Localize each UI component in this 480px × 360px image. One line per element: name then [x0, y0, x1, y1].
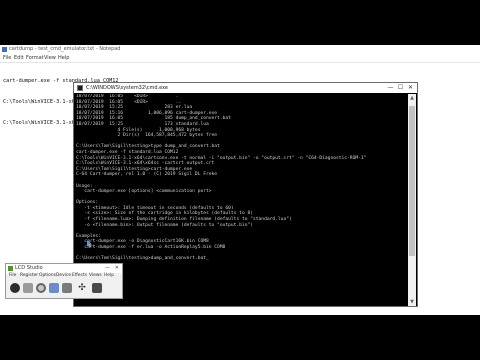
lcd-studio-window[interactable]: LCD Studio — ✕ File Register Options Dev… [5, 263, 123, 299]
desktop: cartdump - test_cmd_emulator.txt - Notep… [0, 45, 480, 315]
stop-icon[interactable] [23, 283, 33, 293]
minimize-button[interactable]: — [386, 84, 395, 92]
close-button[interactable]: ✕ [406, 84, 415, 92]
cmd-output[interactable]: 18/07/2019 16:05 <DIR> . 18/07/2019 16:05… [76, 94, 407, 306]
lcd-menu-views[interactable]: Views [89, 273, 102, 278]
lcd-menu-file[interactable]: File [9, 273, 16, 278]
menu-view[interactable]: View [44, 55, 56, 61]
cmd-line: C:\Users\Tom\Sigil\testing>dump_and_conv… [76, 256, 209, 262]
lcd-titlebar[interactable]: LCD Studio — ✕ [6, 264, 122, 273]
gear-icon[interactable] [49, 283, 59, 293]
scroll-thumb[interactable] [409, 106, 415, 256]
lcd-title: LCD Studio [15, 265, 43, 271]
lcd-toolbar: ✣ [8, 282, 120, 296]
lcd-menubar: File Register Options Device Effects Vie… [6, 273, 122, 280]
lcd-menu-device[interactable]: Device [56, 273, 71, 278]
maximize-button[interactable]: ☐ [396, 84, 405, 92]
lcd-menu-register[interactable]: Register [20, 273, 38, 278]
menu-format[interactable]: Format [26, 55, 44, 61]
notepad-icon [2, 47, 7, 52]
scroll-down-icon[interactable]: ▼ [408, 298, 416, 306]
minimize-button[interactable]: — [105, 265, 110, 271]
cmd-window[interactable]: C:\WINDOWS\system32\cmd.exe — ☐ ✕ 18/07/… [73, 82, 418, 307]
lcd-menu-options[interactable]: Options [39, 273, 56, 278]
notepad-titlebar[interactable]: cartdump - test_cmd_emulator.txt - Notep… [0, 45, 480, 54]
notepad-title: cartdump - test_cmd_emulator.txt - Notep… [9, 46, 121, 52]
notepad-menubar: File Edit Format View Help [0, 54, 480, 63]
lcd-menu-help[interactable]: Help [104, 273, 114, 278]
lcd-app-icon [8, 266, 13, 271]
chip-icon[interactable] [62, 283, 72, 293]
cmd-titlebar[interactable]: C:\WINDOWS\system32\cmd.exe — ☐ ✕ [74, 83, 417, 93]
menu-file[interactable]: File [3, 55, 11, 61]
display-icon[interactable] [92, 283, 102, 293]
menu-help[interactable]: Help [58, 55, 69, 61]
cmd-icon [77, 85, 83, 91]
mouse-cursor-icon [87, 240, 92, 247]
cmd-scrollbar[interactable]: ▲ ▼ [408, 94, 416, 306]
snowflake-icon[interactable]: ✣ [77, 283, 87, 293]
cmd-title: C:\WINDOWS\system32\cmd.exe [86, 85, 168, 91]
record-icon[interactable] [36, 283, 46, 293]
scroll-up-icon[interactable]: ▲ [408, 94, 416, 102]
close-button[interactable]: ✕ [115, 265, 119, 271]
power-icon[interactable] [10, 283, 20, 293]
menu-edit[interactable]: Edit [14, 55, 24, 61]
lcd-menu-effects[interactable]: Effects [72, 273, 87, 278]
